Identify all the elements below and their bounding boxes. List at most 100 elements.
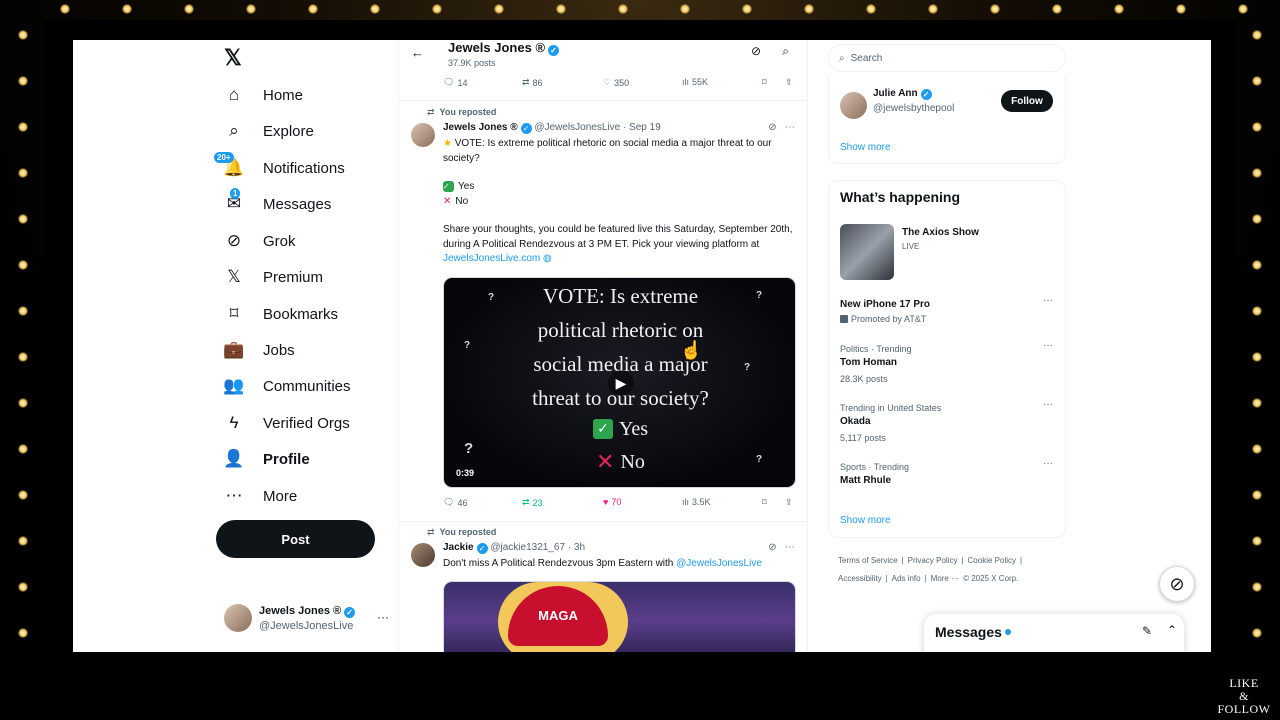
nav-item-verified-orgs[interactable]: ϟ Verified Orgs	[224, 408, 350, 438]
marquee-bulb	[122, 4, 132, 14]
nav-item-notifications[interactable]: 🔔 20+ Notifications	[214, 152, 345, 183]
nav-item-communities[interactable]: 👥 Communities	[223, 371, 350, 401]
search-input[interactable]: ⌕ Search	[828, 44, 1066, 72]
footer-link[interactable]: Cookie Policy	[968, 556, 1016, 565]
avatar[interactable]	[840, 92, 867, 119]
x-logo-icon[interactable]: 𝕏	[224, 46, 248, 70]
share-icon[interactable]: ⇪	[785, 497, 793, 508]
more-dots-icon[interactable]: ···	[1043, 295, 1053, 306]
whats-happening-card: What’s happening The Axios Show LIVE New…	[828, 180, 1066, 538]
more-dots-icon[interactable]: ⋯	[785, 542, 795, 553]
marquee-bulb	[804, 4, 814, 14]
video-player[interactable]: ? ? ? ? ? ? VOTE: Is extreme political r…	[443, 277, 796, 488]
marquee-bulb	[18, 352, 28, 362]
tweet-date[interactable]: · 3h	[568, 542, 585, 553]
footer-link: © 2025 X Corp.	[963, 574, 1019, 583]
live-thumbnail[interactable]	[840, 224, 894, 280]
marquee-bulb	[1252, 352, 1262, 362]
more-dots-icon[interactable]: ···	[377, 610, 389, 624]
nav-item-more[interactable]: ⋯ More	[224, 481, 298, 511]
follow-button[interactable]: Follow	[1001, 90, 1053, 112]
more-dots-icon[interactable]: ⋯	[785, 122, 795, 133]
grok-icon[interactable]: ⊘	[768, 122, 776, 133]
views-button[interactable]: ılı 3.5K	[682, 497, 711, 507]
like-button[interactable]: ♡ 350	[603, 77, 629, 88]
divider	[399, 100, 807, 101]
suggested-user-name[interactable]: Julie Ann	[873, 88, 918, 99]
footer-link[interactable]: Privacy Policy	[908, 556, 958, 565]
website-link[interactable]: JewelsJonesLive.com	[443, 253, 540, 264]
x-app-window: 𝕏 ⌂ Home ⌕ Explore 🔔 20+ Notifications ✉ 1 Messag…	[73, 40, 1211, 652]
grok-icon[interactable]: ⊘	[751, 44, 761, 58]
nav-item-label: Profile	[263, 450, 310, 468]
grok-floating-button[interactable]: ⊘	[1159, 566, 1195, 602]
cross-icon: ✕	[443, 195, 452, 207]
nav-item-home[interactable]: ⌂ Home	[224, 80, 303, 110]
nav-item-profile[interactable]: 👤 Profile	[223, 444, 310, 474]
more-dots-icon[interactable]: ···	[1043, 458, 1053, 469]
marquee-bulb	[18, 398, 28, 408]
footer-link[interactable]: Terms of Service	[838, 556, 898, 565]
bookmark-icon[interactable]: ⌑	[762, 77, 767, 88]
bookmark-icon[interactable]: ⌑	[762, 497, 767, 508]
more-dots-icon[interactable]: ···	[1043, 399, 1053, 410]
expand-chevron-icon[interactable]: ⌃	[1167, 623, 1177, 637]
marquee-bulb	[60, 4, 70, 14]
tweet-menu: ⊘ ⋯	[768, 542, 795, 553]
avatar[interactable]	[411, 123, 435, 147]
like-button[interactable]: ♥ 70	[603, 497, 621, 507]
nav-item-messages[interactable]: ✉ 1 Messages	[224, 188, 332, 219]
play-icon[interactable]: ▶	[608, 370, 634, 396]
nav-item-explore[interactable]: ⌕ Explore	[224, 116, 314, 146]
back-arrow-icon[interactable]: ←	[411, 45, 424, 60]
mention-link[interactable]: @JewelsJonesLive	[676, 558, 762, 569]
video-duration: 0:39	[456, 468, 475, 478]
compose-message-icon[interactable]: ✎	[1142, 624, 1152, 638]
repost-button[interactable]: ⇄ 23	[522, 497, 543, 508]
views-button[interactable]: ılı 55K	[682, 77, 708, 87]
tweet-date[interactable]: · Sep 19	[623, 122, 661, 133]
repost-button[interactable]: ⇄ 86	[522, 77, 543, 88]
suggested-user-handle[interactable]: @jewelsbythepool	[873, 103, 954, 114]
post-button[interactable]: Post	[216, 520, 375, 558]
messages-drawer[interactable]: Messages ✎ ⌃	[924, 614, 1184, 652]
nav-item-label: Messages	[263, 195, 332, 213]
chart-icon: ılı	[682, 77, 690, 87]
footer-link[interactable]: Accessibility	[838, 574, 882, 583]
nav-item-bookmarks[interactable]: ⌑ Bookmarks	[224, 299, 338, 329]
account-switcher[interactable]: Jewels Jones ® ✓ @JewelsJonesLive ···	[224, 602, 389, 638]
grok-icon[interactable]: ⊘	[768, 542, 776, 553]
marquee-bulb	[370, 4, 380, 14]
marquee-bulb	[1114, 4, 1124, 14]
reply-button[interactable]: 🗨 46	[443, 497, 467, 508]
author-name[interactable]: Jewels Jones ®	[443, 122, 518, 133]
author-handle[interactable]: @JewelsJonesLive	[534, 122, 620, 133]
marquee-bulb	[18, 536, 28, 546]
author-handle[interactable]: @jackie1321_67	[490, 542, 565, 553]
share-icon[interactable]: ⇪	[785, 77, 793, 88]
nav-item-label: Explore	[263, 122, 314, 140]
live-event-title[interactable]: The Axios Show	[902, 227, 979, 238]
verified-badge-icon: ✓	[920, 89, 932, 100]
trend-category: Sports · Trending	[840, 462, 910, 472]
post-count: 37.9K posts	[448, 58, 496, 68]
tweet-image[interactable]: MAGA	[443, 581, 796, 652]
nav-item-grok[interactable]: ⊘ Grok	[224, 226, 296, 256]
show-more-link[interactable]: Show more	[840, 515, 891, 526]
marquee-bulb	[18, 214, 28, 224]
show-more-link[interactable]: Show more	[840, 142, 891, 153]
footer-link[interactable]: More ···	[931, 574, 959, 583]
more-dots-icon[interactable]: ···	[1043, 340, 1053, 351]
marquee-bulb	[1252, 214, 1262, 224]
marquee-bulb	[1252, 260, 1262, 270]
marquee-bulb	[1252, 628, 1262, 638]
reply-button[interactable]: 🗨 14	[443, 77, 467, 88]
nav-item-premium[interactable]: 𝕏 Premium	[224, 262, 323, 292]
avatar[interactable]	[411, 543, 435, 567]
search-icon[interactable]: ⌕	[782, 44, 789, 59]
trend-name: New iPhone 17 Pro	[840, 299, 931, 310]
lightning-icon: ϟ	[229, 413, 239, 432]
nav-item-jobs[interactable]: 💼 Jobs	[223, 335, 294, 365]
author-name[interactable]: Jackie	[443, 542, 474, 553]
footer-link[interactable]: Ads info	[892, 574, 921, 583]
